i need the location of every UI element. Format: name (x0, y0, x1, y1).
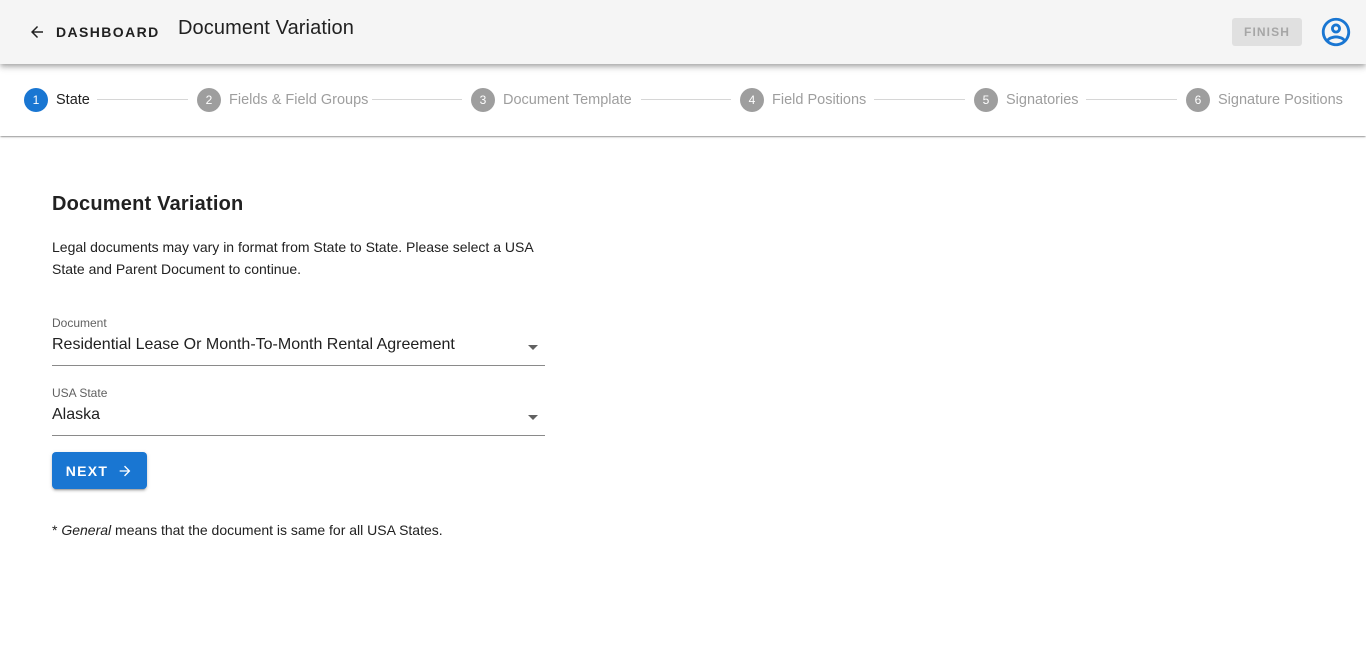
step-number: 1 (24, 88, 48, 112)
step-connector (641, 99, 731, 100)
dropdown-arrow-icon (528, 345, 538, 350)
step-number: 4 (740, 88, 764, 112)
step-connector (97, 99, 188, 100)
step-label: Fields & Field Groups (229, 92, 369, 108)
step-label: State (56, 92, 90, 108)
back-to-dashboard-button[interactable]: DASHBOARD (20, 14, 168, 50)
step-document-template[interactable]: 3 Document Template (471, 88, 632, 112)
section-description: Legal documents may vary in format from … (52, 239, 533, 277)
step-connector (372, 99, 462, 100)
step-fields-field-groups[interactable]: 2 Fields & Field Groups (197, 88, 368, 112)
step-label: Signature Positions (1218, 92, 1343, 108)
step-connector (1086, 99, 1177, 100)
footnote-text: means that the document is same for all … (111, 522, 443, 538)
usa-state-select[interactable]: USA State Alaska (52, 386, 545, 436)
top-app-bar: DASHBOARD Document Variation FINISH (0, 0, 1366, 64)
account-button[interactable] (1318, 14, 1354, 50)
document-select-value: Residential Lease Or Month-To-Month Rent… (52, 336, 455, 353)
page-title: Document Variation (178, 17, 354, 39)
usa-state-select-label: USA State (52, 386, 108, 400)
footnote-emphasis: General (61, 522, 112, 538)
step-number: 5 (974, 88, 998, 112)
step-label: Signatories (1006, 92, 1079, 108)
arrow-right-icon (119, 465, 131, 476)
step-number: 2 (197, 88, 221, 112)
usa-state-select-value: Alaska (52, 406, 101, 423)
next-button[interactable]: NEXT (52, 452, 147, 489)
step-signature-positions[interactable]: 6 Signature Positions (1186, 88, 1343, 112)
footnote: * General means that the document is sam… (52, 522, 443, 538)
next-button-label: NEXT (65, 462, 109, 479)
back-button-label: DASHBOARD (56, 24, 160, 40)
document-select-label: Document (52, 316, 107, 330)
arrow-left-icon (31, 26, 43, 38)
step-label: Field Positions (772, 92, 867, 108)
step-number: 6 (1186, 88, 1210, 112)
step-number: 3 (471, 88, 495, 112)
step-signatories[interactable]: 5 Signatories (974, 88, 1079, 112)
footnote-prefix: * (52, 522, 62, 538)
section-heading: Document Variation (52, 193, 244, 215)
finish-button[interactable]: FINISH (1232, 18, 1302, 46)
step-state[interactable]: 1 State (24, 88, 90, 112)
document-select[interactable]: Document Residential Lease Or Month-To-M… (52, 316, 545, 366)
account-circle-icon (1321, 17, 1351, 47)
dropdown-arrow-icon (528, 415, 538, 420)
stepper: 1 State 2 Fields & Field Groups 3 Docume… (0, 64, 1366, 136)
step-field-positions[interactable]: 4 Field Positions (740, 88, 866, 112)
step-label: Document Template (503, 92, 632, 108)
step-connector (874, 99, 965, 100)
